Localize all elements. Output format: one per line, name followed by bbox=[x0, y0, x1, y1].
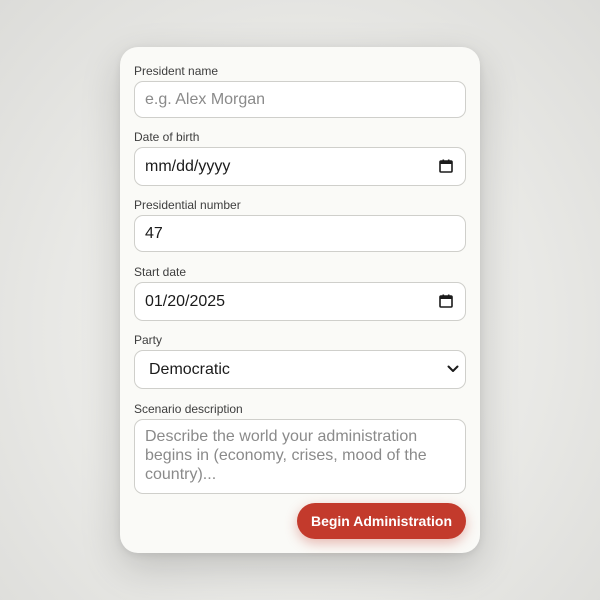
form-actions: Begin Administration bbox=[296, 503, 466, 539]
begin-administration-button[interactable]: Begin Administration bbox=[296, 503, 466, 539]
scenario-description-textarea[interactable]: Describe the world your administration b… bbox=[134, 419, 466, 494]
presidential-number-input[interactable]: 47 bbox=[134, 215, 466, 252]
start-date-value: 01/20/2025 bbox=[145, 292, 226, 310]
setup-form-card: President name e.g. Alex Morgan Date of … bbox=[120, 47, 480, 553]
scenario-description-field: Scenario description Describe the world … bbox=[134, 401, 466, 494]
date-of-birth-input[interactable]: mm/dd/yyyy bbox=[134, 147, 466, 186]
date-of-birth-field: Date of birth mm/dd/yyyy bbox=[134, 129, 466, 186]
president-name-field: President name e.g. Alex Morgan bbox=[134, 63, 466, 118]
scenario-description-label: Scenario description bbox=[134, 402, 243, 416]
presidential-number-value: 47 bbox=[145, 224, 163, 242]
party-selected-value: Democratic bbox=[149, 360, 230, 378]
party-select[interactable]: Democratic bbox=[134, 350, 466, 389]
date-of-birth-value: mm/dd/yyyy bbox=[145, 157, 231, 175]
president-name-input[interactable]: e.g. Alex Morgan bbox=[134, 81, 466, 118]
date-of-birth-label: Date of birth bbox=[134, 130, 200, 144]
start-date-label: Start date bbox=[134, 265, 187, 279]
president-name-label: President name bbox=[134, 64, 219, 78]
calendar-icon[interactable] bbox=[439, 294, 453, 308]
president-name-placeholder: e.g. Alex Morgan bbox=[145, 90, 266, 108]
chevron-down-icon bbox=[447, 365, 459, 372]
presidential-number-field: Presidential number 47 bbox=[134, 197, 466, 252]
party-label: Party bbox=[134, 333, 163, 347]
party-field: Party Democratic bbox=[134, 332, 466, 389]
start-date-input[interactable]: 01/20/2025 bbox=[134, 282, 466, 321]
start-date-field: Start date 01/20/2025 bbox=[134, 264, 466, 321]
calendar-icon[interactable] bbox=[439, 159, 453, 173]
presidential-number-label: Presidential number bbox=[134, 198, 241, 212]
scenario-description-placeholder: Describe the world your administration b… bbox=[145, 428, 427, 483]
